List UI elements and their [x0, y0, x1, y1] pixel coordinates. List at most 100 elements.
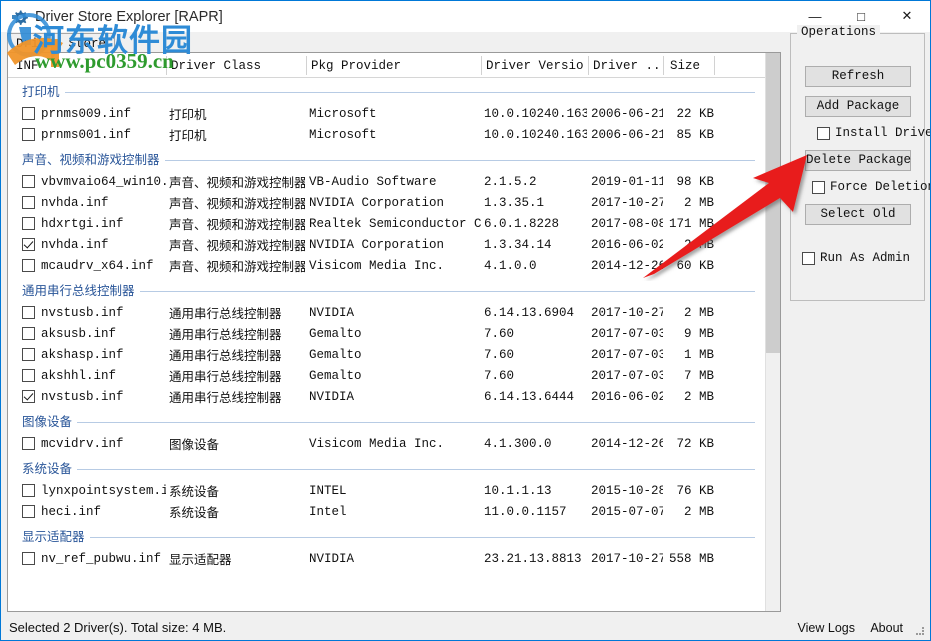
row-checkbox[interactable]	[22, 369, 35, 382]
row-checkbox[interactable]	[22, 327, 35, 340]
cell-driver-date: 2017-07-03	[591, 345, 663, 366]
driver-group-header[interactable]: 显示适配器˄	[8, 523, 780, 549]
delete-package-button[interactable]: Delete Package	[805, 150, 911, 171]
row-checkbox[interactable]	[22, 217, 35, 230]
driver-group-header[interactable]: 声音、视频和游戏控制器˄	[8, 146, 780, 172]
table-row[interactable]: nvhda.inf声音、视频和游戏控制器NVIDIA Corporation1.…	[8, 193, 780, 214]
column-divider[interactable]	[714, 56, 715, 75]
row-checkbox[interactable]	[22, 107, 35, 120]
cell-size: 2 MB	[660, 387, 714, 408]
cell-driver-version: 6.14.13.6444	[484, 387, 587, 408]
table-row[interactable]: aksusb.inf通用串行总线控制器Gemalto7.602017-07-03…	[8, 324, 780, 345]
cell-size: 558 MB	[660, 549, 714, 570]
column-divider[interactable]	[481, 56, 482, 75]
row-checkbox[interactable]	[22, 259, 35, 272]
cell-driver-version: 10.0.10240.16384	[484, 104, 587, 125]
group-separator-line	[22, 422, 755, 423]
sort-ascending-icon: ˄	[220, 52, 226, 62]
cell-driver-version: 10.0.10240.16384	[484, 125, 587, 146]
refresh-button[interactable]: Refresh	[805, 66, 911, 87]
close-button[interactable]: ✕	[884, 1, 930, 31]
cell-driver-date: 2017-10-27	[591, 193, 663, 214]
cell-driver-date: 2014-12-26	[591, 256, 663, 277]
cell-driver-date: 2006-06-21	[591, 125, 663, 146]
select-old-button[interactable]: Select Old	[805, 204, 911, 225]
driver-group-header[interactable]: 系统设备˄	[8, 455, 780, 481]
row-checkbox[interactable]	[22, 128, 35, 141]
cell-pkg-provider: NVIDIA	[309, 387, 481, 408]
column-header-driver-version[interactable]: Driver Version	[486, 53, 584, 78]
tab-driver-store[interactable]: Driver Store	[7, 33, 115, 54]
driver-group-header[interactable]: 图像设备˄	[8, 408, 780, 434]
cell-inf: nvhda.inf	[41, 193, 166, 214]
cell-pkg-provider: Gemalto	[309, 345, 481, 366]
group-label: 打印机	[22, 81, 65, 100]
cell-driver-version: 4.1.0.0	[484, 256, 587, 277]
column-divider[interactable]	[588, 56, 589, 75]
group-label: 显示适配器	[22, 526, 90, 545]
column-divider[interactable]	[306, 56, 307, 75]
group-label: 声音、视频和游戏控制器	[22, 149, 165, 168]
row-checkbox[interactable]	[22, 348, 35, 361]
cell-driver-class: 图像设备	[169, 434, 305, 455]
table-row[interactable]: nv_ref_pubwu.inf显示适配器NVIDIA23.21.13.8813…	[8, 549, 780, 570]
column-header-size[interactable]: Size	[670, 53, 712, 78]
install-driver-checkbox[interactable]: Install Driver	[817, 125, 931, 141]
group-label: 系统设备	[22, 458, 77, 477]
column-header-driver-date[interactable]: Driver ...	[593, 53, 660, 78]
operations-legend: Operations	[797, 25, 880, 39]
cell-driver-version: 4.1.300.0	[484, 434, 587, 455]
view-logs-link[interactable]: View Logs	[798, 621, 855, 635]
row-checkbox[interactable]	[22, 505, 35, 518]
cell-size: 2 MB	[660, 303, 714, 324]
table-row[interactable]: heci.inf系统设备Intel11.0.0.11572015-07-072 …	[8, 502, 780, 523]
cell-pkg-provider: Microsoft	[309, 104, 481, 125]
cell-inf: heci.inf	[41, 502, 166, 523]
cell-inf: lynxpointsystem.inf	[41, 481, 166, 502]
column-divider[interactable]	[663, 56, 664, 75]
table-row[interactable]: akshhl.inf通用串行总线控制器Gemalto7.602017-07-03…	[8, 366, 780, 387]
column-header-driver-class[interactable]: Driver Class	[171, 53, 301, 78]
row-checkbox[interactable]	[22, 437, 35, 450]
cell-size: 171 MB	[660, 214, 714, 235]
run-as-admin-checkbox[interactable]: Run As Admin	[802, 250, 910, 266]
table-row[interactable]: nvstusb.inf通用串行总线控制器NVIDIA6.14.13.644420…	[8, 387, 780, 408]
row-checkbox[interactable]	[22, 306, 35, 319]
table-row[interactable]: mcaudrv_x64.inf声音、视频和游戏控制器Visicom Media …	[8, 256, 780, 277]
driver-group-header[interactable]: 通用串行总线控制器˄	[8, 277, 780, 303]
force-deletion-checkbox[interactable]: Force Deletion	[812, 179, 931, 195]
driver-group-header[interactable]: 打印机˄	[8, 78, 780, 104]
row-checkbox[interactable]	[22, 196, 35, 209]
add-package-button[interactable]: Add Package	[805, 96, 911, 117]
cell-driver-date: 2017-08-08	[591, 214, 663, 235]
row-checkbox[interactable]	[22, 552, 35, 565]
table-row[interactable]: nvstusb.inf通用串行总线控制器NVIDIA6.14.13.690420…	[8, 303, 780, 324]
group-label: 图像设备	[22, 411, 77, 430]
row-checkbox[interactable]	[22, 238, 35, 251]
table-row[interactable]: nvhda.inf声音、视频和游戏控制器NVIDIA Corporation1.…	[8, 235, 780, 256]
row-checkbox[interactable]	[22, 390, 35, 403]
cell-driver-class: 打印机	[169, 104, 305, 125]
cell-driver-date: 2014-12-26	[591, 434, 663, 455]
column-header-inf[interactable]: INF	[16, 53, 162, 78]
table-row[interactable]: vbvmvaio64_win10.inf声音、视频和游戏控制器VB-Audio …	[8, 172, 780, 193]
table-row[interactable]: lynxpointsystem.inf系统设备INTEL10.1.1.13201…	[8, 481, 780, 502]
cell-driver-class: 系统设备	[169, 481, 305, 502]
scrollbar-thumb[interactable]	[766, 53, 781, 353]
table-row[interactable]: hdxrtgi.inf声音、视频和游戏控制器Realtek Semiconduc…	[8, 214, 780, 235]
column-header-pkg-provider[interactable]: Pkg Provider	[311, 53, 476, 78]
resize-grip-icon[interactable]	[914, 625, 926, 637]
column-divider[interactable]	[166, 56, 167, 75]
table-row[interactable]: mcvidrv.inf图像设备Visicom Media Inc.4.1.300…	[8, 434, 780, 455]
table-row[interactable]: akshasp.inf通用串行总线控制器Gemalto7.602017-07-0…	[8, 345, 780, 366]
title-bar: Driver Store Explorer [RAPR] — □ ✕	[1, 1, 930, 32]
cell-driver-class: 系统设备	[169, 502, 305, 523]
about-link[interactable]: About	[870, 621, 903, 635]
table-row[interactable]: prnms001.inf打印机Microsoft10.0.10240.16384…	[8, 125, 780, 146]
row-checkbox[interactable]	[22, 484, 35, 497]
table-row[interactable]: prnms009.inf打印机Microsoft10.0.10240.16384…	[8, 104, 780, 125]
row-checkbox[interactable]	[22, 175, 35, 188]
vertical-scrollbar[interactable]	[765, 53, 780, 611]
cell-driver-version: 11.0.0.1157	[484, 502, 587, 523]
cell-driver-version: 7.60	[484, 324, 587, 345]
